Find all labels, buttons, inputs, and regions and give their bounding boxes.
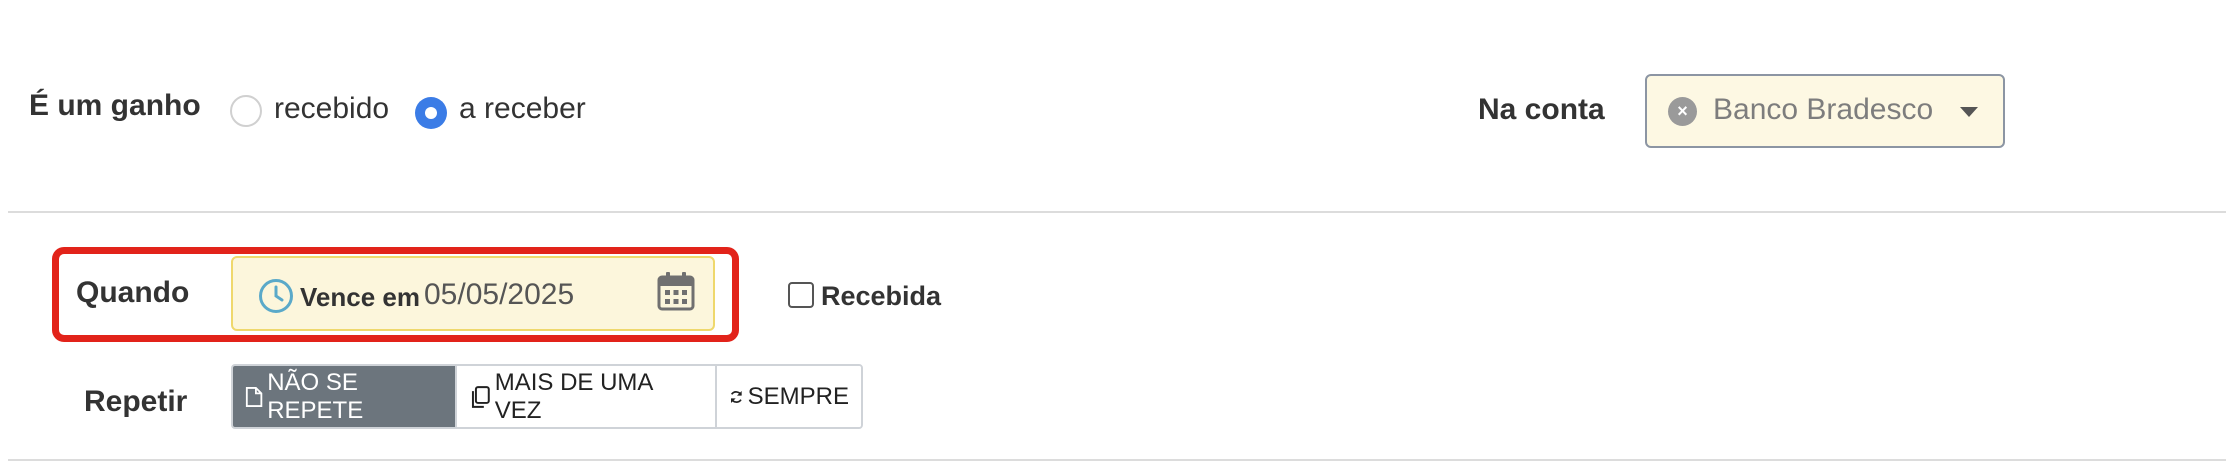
refresh-icon [730,390,742,403]
gain-type-label: É um ganho [29,89,201,122]
caret-down-icon[interactable] [1960,107,1978,117]
file-icon [245,386,263,407]
repeat-button-group: NÃO SE REPETE MAIS DE UMA VEZ SEMPRE [231,364,863,429]
repeat-never-label: NÃO SE REPETE [267,368,364,424]
calendar-icon[interactable] [657,271,695,311]
when-label: Quando [76,276,190,309]
due-date-prefix: Vence em [300,282,420,312]
repeat-label: Repetir [84,385,188,418]
radio-recebido[interactable] [230,95,262,127]
received-label[interactable]: Recebida [821,281,941,312]
repeat-never-button[interactable]: NÃO SE REPETE [233,366,455,427]
due-date-value[interactable]: 05/05/2025 [424,278,574,312]
divider [8,211,2226,213]
radio-a-receber-label[interactable]: a receber [459,92,586,126]
received-checkbox[interactable] [788,282,814,308]
repeat-always-button[interactable]: SEMPRE [715,366,861,427]
radio-recebido-label[interactable]: recebido [274,92,389,126]
copy-icon [471,385,490,408]
repeat-multiple-button[interactable]: MAIS DE UMA VEZ [455,366,715,427]
divider [8,459,2226,461]
account-select-value[interactable]: Banco Bradesco [1713,93,1933,127]
repeat-multiple-label: MAIS DE UMA VEZ [494,368,653,424]
radio-a-receber[interactable] [415,97,447,129]
repeat-always-label: SEMPRE [747,382,849,410]
account-label: Na conta [1478,93,1605,126]
clock-icon [259,279,293,313]
x-circle-icon[interactable]: × [1668,97,1697,126]
